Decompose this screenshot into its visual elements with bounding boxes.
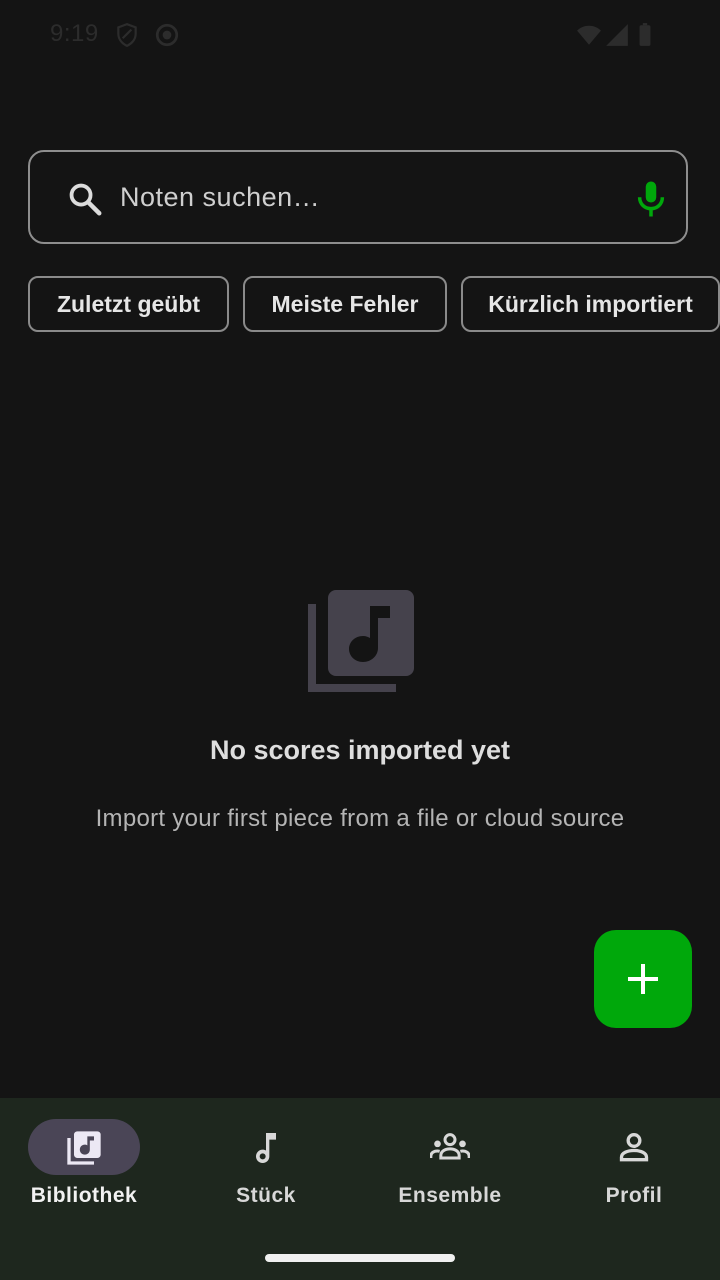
- plus-icon: [628, 964, 658, 994]
- battery-icon: [639, 23, 651, 46]
- cell-signal-icon: [606, 24, 628, 46]
- chip-most-errors[interactable]: Meiste Fehler: [243, 276, 447, 332]
- search-input[interactable]: Noten suchen…: [120, 182, 320, 213]
- search-icon: [69, 183, 102, 216]
- chip-label: Zuletzt geübt: [56, 290, 201, 317]
- search-bar[interactable]: Noten suchen…: [28, 150, 688, 244]
- bottom-navigation: Bibliothek Stück Ensemble Profil: [0, 1098, 720, 1280]
- nav-item-profile[interactable]: Profil: [544, 1098, 720, 1228]
- status-bar: 9:19: [0, 0, 720, 70]
- shield-icon: [117, 23, 137, 48]
- chip-label: Meiste Fehler: [271, 290, 419, 317]
- library-music-icon: [308, 590, 414, 692]
- nav-label: Bibliothek: [30, 1184, 138, 1207]
- nav-label: Profil: [605, 1184, 663, 1207]
- sync-icon: [155, 23, 179, 47]
- nav-label: Ensemble: [398, 1184, 502, 1207]
- empty-state-subtitle: Import your first piece from a file or c…: [95, 805, 625, 832]
- groups-icon: [430, 1133, 470, 1160]
- nav-item-library[interactable]: Bibliothek: [0, 1098, 180, 1228]
- chip-label: Kürzlich importiert: [488, 290, 693, 317]
- person-icon: [619, 1133, 649, 1162]
- wifi-icon: [577, 25, 601, 45]
- add-score-button[interactable]: [594, 930, 692, 1028]
- nav-label: Stück: [236, 1184, 296, 1207]
- library-screen: 9:19 Noten suchen… Zuletzt geübt Meiste …: [0, 0, 720, 1280]
- empty-state-title: No scores imported yet: [209, 735, 511, 765]
- status-time: 9:19: [50, 20, 99, 47]
- library-music-icon: [67, 1131, 101, 1165]
- chip-recently-practiced[interactable]: Zuletzt geübt: [28, 276, 229, 332]
- nav-item-ensemble[interactable]: Ensemble: [360, 1098, 540, 1228]
- home-indicator[interactable]: [265, 1254, 455, 1262]
- nav-item-piece[interactable]: Stück: [176, 1098, 356, 1228]
- chip-recently-imported[interactable]: Kürzlich importiert: [461, 276, 720, 332]
- microphone-icon[interactable]: [630, 178, 672, 220]
- music-note-icon: [256, 1133, 276, 1163]
